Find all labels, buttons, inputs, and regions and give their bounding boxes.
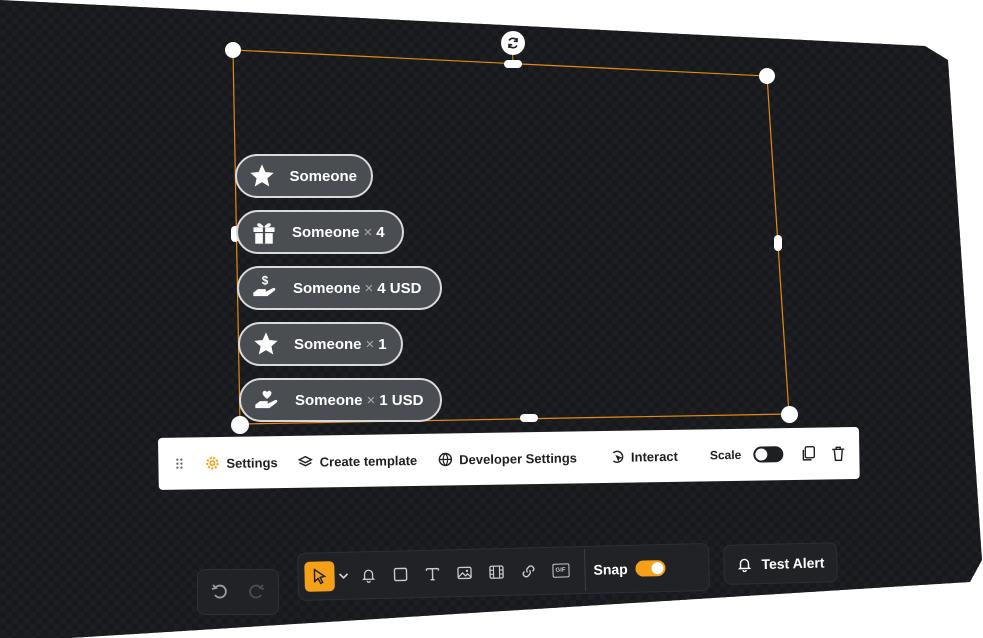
times-symbol: ×: [365, 335, 375, 353]
times-symbol: ×: [363, 223, 373, 241]
resize-handle-top[interactable]: [504, 60, 522, 68]
rectangle-icon: [393, 567, 408, 582]
alert-name: Someone: [289, 167, 357, 185]
link-tool[interactable]: [512, 555, 545, 588]
gift-icon: [248, 216, 280, 248]
resize-handle-bottom-left[interactable]: [231, 416, 249, 434]
select-icon: [313, 568, 327, 585]
trash-icon: [832, 446, 845, 462]
alert-pill[interactable]: Someone: [235, 154, 373, 198]
tool-dropdown[interactable]: [334, 560, 353, 592]
video-icon: [489, 565, 504, 579]
interact-button[interactable]: Interact: [599, 448, 688, 465]
alert-amount: 4: [376, 223, 385, 241]
text-icon: [425, 567, 440, 581]
interact-icon: [612, 450, 623, 463]
times-symbol: ×: [364, 279, 374, 297]
context-toolbar: Settings Create template Developer Setti…: [158, 426, 860, 490]
scale-toggle[interactable]: Scale: [700, 446, 794, 463]
svg-text:$: $: [262, 275, 269, 288]
globe-code-icon: [438, 452, 452, 467]
alert-amount: 4 USD: [377, 279, 422, 297]
redo-icon: [249, 584, 265, 599]
resize-handle-bottom[interactable]: [520, 414, 538, 422]
resize-handle-top-right[interactable]: [759, 68, 775, 84]
alert-tool[interactable]: [352, 559, 385, 592]
text-tool[interactable]: [416, 557, 449, 590]
scale-label: Scale: [709, 447, 742, 463]
create-template-button[interactable]: Create template: [288, 452, 428, 470]
bell-icon: [362, 569, 376, 583]
developer-settings-button[interactable]: Developer Settings: [427, 449, 587, 468]
test-alert-label: Test Alert: [761, 554, 825, 573]
resize-handle-right[interactable]: [774, 235, 782, 251]
settings-label: Settings: [226, 454, 278, 471]
history-group: [197, 569, 279, 615]
alert-pill[interactable]: Someone × 1: [238, 322, 403, 366]
alert-name: Someone: [294, 335, 362, 353]
drag-handle-icon[interactable]: [170, 456, 194, 470]
create-template-label: Create template: [319, 452, 418, 469]
alert-amount: 1 USD: [379, 391, 424, 409]
tools-group: GIF Snap: [297, 542, 711, 601]
times-symbol: ×: [366, 391, 376, 409]
rotate-icon: [508, 37, 518, 49]
test-alert-button[interactable]: Test Alert: [723, 542, 838, 585]
undo-button[interactable]: [206, 576, 234, 608]
gear-icon: [206, 456, 219, 470]
settings-button[interactable]: Settings: [194, 454, 288, 471]
undo-icon: [211, 584, 227, 599]
alert-name: Someone: [292, 223, 360, 241]
star-icon: [250, 328, 282, 360]
snap-label: Snap: [593, 560, 628, 578]
video-tool[interactable]: [480, 556, 513, 589]
rotate-handle[interactable]: [501, 31, 525, 55]
layers-icon: [298, 455, 314, 467]
alert-name: Someone: [293, 279, 361, 297]
developer-settings-label: Developer Settings: [459, 449, 578, 467]
hand-heart-icon: [251, 384, 283, 416]
hand-dollar-icon: $: [249, 272, 281, 304]
rectangle-tool[interactable]: [384, 558, 417, 591]
duplicate-button[interactable]: [793, 446, 823, 462]
delete-button[interactable]: [823, 445, 853, 462]
snap-toggle[interactable]: [635, 559, 666, 577]
chevron-down-icon: [338, 573, 349, 579]
link-icon: [522, 565, 535, 578]
image-tool[interactable]: [448, 557, 481, 590]
star-icon: [247, 160, 277, 192]
redo-button[interactable]: [242, 576, 270, 608]
interact-label: Interact: [630, 448, 679, 465]
bell-icon: [737, 558, 752, 573]
select-tool[interactable]: [304, 561, 335, 592]
alert-pill[interactable]: Someone × 4: [236, 210, 404, 254]
copy-icon: [802, 446, 816, 461]
alert-name: Someone: [295, 391, 363, 409]
alert-amount: 1: [378, 335, 387, 353]
gif-tool[interactable]: GIF: [544, 554, 577, 587]
canvas-panel[interactable]: [0, 0, 982, 638]
image-icon: [457, 566, 472, 580]
alert-pill[interactable]: $ Someone × 4 USD: [237, 266, 442, 310]
toolbar-divider: [583, 548, 587, 591]
gif-icon: GIF: [551, 563, 570, 578]
resize-handle-top-left[interactable]: [225, 42, 241, 58]
resize-handle-bottom-right[interactable]: [781, 406, 798, 423]
gif-label: GIF: [555, 567, 566, 574]
alert-pill[interactable]: Someone × 1 USD: [239, 378, 442, 422]
scale-switch[interactable]: [753, 446, 784, 463]
